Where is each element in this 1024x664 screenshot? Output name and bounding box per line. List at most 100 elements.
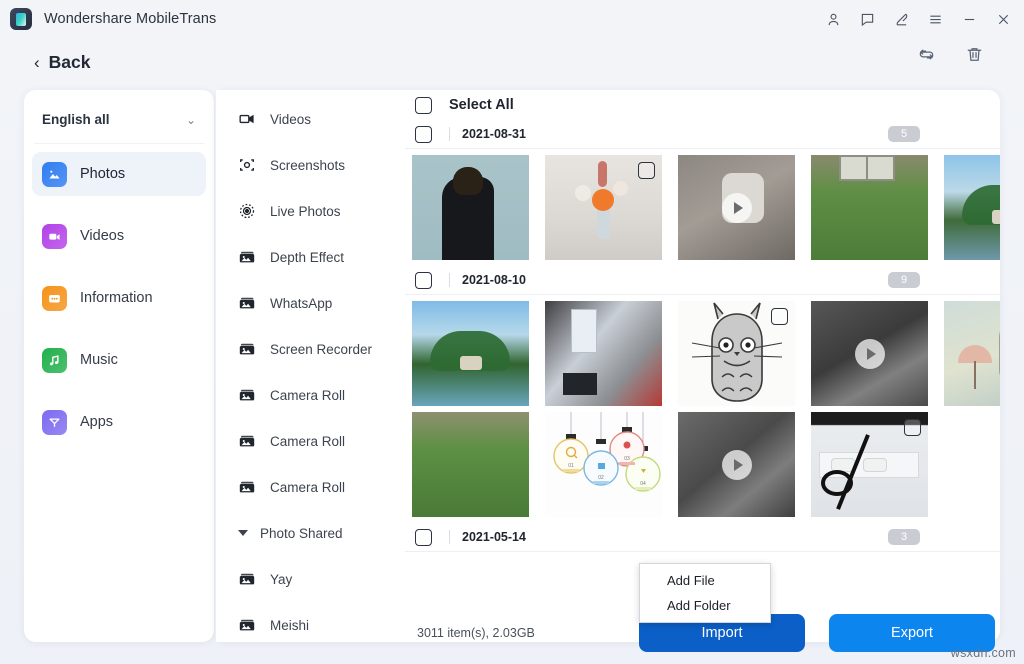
- date-group-header[interactable]: 2021-08-315: [405, 120, 1000, 149]
- video-dark-keyboard[interactable]: [811, 301, 928, 406]
- item-count-label: 3011 item(s), 2.03GB: [417, 626, 535, 640]
- photo-totoro-painting[interactable]: [944, 301, 1000, 406]
- information-icon: [42, 286, 67, 311]
- photo-totoro-sketch[interactable]: [678, 301, 795, 406]
- sidebar-item-videos[interactable]: Videos: [32, 214, 206, 258]
- album-item-label: WhatsApp: [270, 296, 332, 311]
- svg-text:02: 02: [598, 475, 604, 481]
- album-icon: [238, 340, 256, 358]
- sidebar-nav: Photos Videos Information Music Apps: [24, 152, 214, 444]
- album-item-camera-roll[interactable]: Camera Roll: [216, 418, 405, 464]
- album-item-yay[interactable]: Yay: [216, 556, 405, 602]
- monitor-shape: [571, 309, 597, 353]
- sidebar-item-photos[interactable]: Photos: [32, 152, 206, 196]
- account-icon[interactable]: [816, 4, 850, 34]
- roll-2: [863, 458, 887, 472]
- nav-spacer: [24, 385, 214, 397]
- video-dark-device[interactable]: [678, 412, 795, 517]
- ctx-item-add-folder[interactable]: Add Folder: [640, 593, 770, 618]
- music-icon: [42, 348, 67, 373]
- date-group-header[interactable]: 2021-08-109: [405, 266, 1000, 295]
- album-item-screenshots[interactable]: Screenshots: [216, 142, 405, 188]
- date-group-checkbox[interactable]: [415, 529, 432, 546]
- photo-checkbox[interactable]: [904, 419, 921, 436]
- apps-icon: [42, 410, 67, 435]
- album-item-live-photos[interactable]: Live Photos: [216, 188, 405, 234]
- date-group-checkbox[interactable]: [415, 126, 432, 143]
- sidebar-panel: English all ⌄ Photos Videos Information Mus…: [24, 90, 214, 642]
- date-group-header[interactable]: 2021-05-143: [405, 523, 1000, 552]
- delete-icon[interactable]: [964, 44, 986, 66]
- language-selector[interactable]: English all ⌄: [34, 96, 204, 144]
- svg-text:03: 03: [624, 456, 630, 462]
- album-item-depth-effect[interactable]: Depth Effect: [216, 234, 405, 280]
- album-item-label: Camera Roll: [270, 434, 345, 449]
- watermark: wsxdn.com: [951, 646, 1016, 660]
- play-icon[interactable]: [722, 450, 752, 480]
- totoro-body: [999, 315, 1000, 387]
- flower-stem: [598, 161, 607, 187]
- screenshot-icon: [238, 156, 256, 174]
- photo-green-leaves-path[interactable]: [412, 412, 529, 517]
- photo-green-leaves-window[interactable]: [811, 155, 928, 260]
- photo-tropical-island[interactable]: [412, 301, 529, 406]
- feedback-icon[interactable]: [850, 4, 884, 34]
- close-icon[interactable]: [986, 4, 1020, 34]
- import-context-menu: Add FileAdd Folder: [639, 563, 771, 623]
- album-item-label: Yay: [270, 572, 292, 587]
- ctx-item-add-file[interactable]: Add File: [640, 568, 770, 593]
- photo-group: 01 02 03 04: [405, 295, 1000, 523]
- album-item-meishi[interactable]: Meishi: [216, 602, 405, 648]
- album-item-camera-roll[interactable]: Camera Roll: [216, 372, 405, 418]
- photo-tropical-beach[interactable]: [944, 155, 1000, 260]
- sidebar-item-apps[interactable]: Apps: [32, 400, 206, 444]
- sidebar-item-music[interactable]: Music: [32, 338, 206, 382]
- select-all-row[interactable]: Select All: [405, 90, 1000, 120]
- album-item-label: Live Photos: [270, 204, 341, 219]
- back-button[interactable]: ‹ Back: [34, 52, 91, 73]
- back-label: Back: [49, 52, 91, 73]
- svg-text:01: 01: [568, 463, 574, 469]
- svg-text:04: 04: [640, 481, 646, 487]
- photo-checkbox[interactable]: [771, 308, 788, 325]
- album-item-camera-roll[interactable]: Camera Roll: [216, 464, 405, 510]
- photo-office-desk[interactable]: [545, 301, 662, 406]
- play-icon[interactable]: [855, 339, 885, 369]
- minimize-icon[interactable]: [952, 4, 986, 34]
- album-icon: [238, 478, 256, 496]
- photo-man-in-black[interactable]: [412, 155, 529, 260]
- date-group-count: 5: [888, 126, 920, 142]
- album-icon: [238, 432, 256, 450]
- date-group-count: 9: [888, 272, 920, 288]
- nav-spacer: [24, 261, 214, 273]
- play-icon[interactable]: [722, 193, 752, 223]
- album-item-screen-recorder[interactable]: Screen Recorder: [216, 326, 405, 372]
- keyboard-shape: [563, 373, 597, 395]
- beach-hut: [460, 356, 482, 370]
- select-all-label: Select All: [449, 97, 514, 113]
- album-group-label: Photo Shared: [260, 526, 343, 541]
- mobiletrans-logo-icon: [10, 8, 32, 30]
- album-item-label: Screen Recorder: [270, 342, 372, 357]
- album-icon: [238, 570, 256, 588]
- refresh-icon[interactable]: [916, 44, 938, 66]
- date-group-checkbox[interactable]: [415, 272, 432, 289]
- select-all-checkbox[interactable]: [415, 97, 432, 114]
- album-item-whatsapp[interactable]: WhatsApp: [216, 280, 405, 326]
- photo-flower-vase[interactable]: [545, 155, 662, 260]
- edit-icon[interactable]: [884, 4, 918, 34]
- album-list: Videos Screenshots Live Photos Depth Effect…: [216, 90, 405, 648]
- chevron-down-icon: ⌄: [186, 113, 196, 127]
- photo-cable-shelf[interactable]: [811, 412, 928, 517]
- photo-row: [405, 295, 1000, 406]
- album-group-photo-shared[interactable]: Photo Shared: [216, 510, 405, 556]
- photo-checkbox[interactable]: [638, 162, 655, 179]
- back-chevron-icon: ‹: [34, 54, 40, 71]
- video-airpods-case[interactable]: [678, 155, 795, 260]
- sidebar-item-information[interactable]: Information: [32, 276, 206, 320]
- album-item-videos[interactable]: Videos: [216, 96, 405, 142]
- menu-icon[interactable]: [918, 4, 952, 34]
- photo-row: 01 02 03 04: [405, 406, 1000, 517]
- album-item-label: Videos: [270, 112, 311, 127]
- photo-infographic-circles[interactable]: 01 02 03 04: [545, 412, 662, 517]
